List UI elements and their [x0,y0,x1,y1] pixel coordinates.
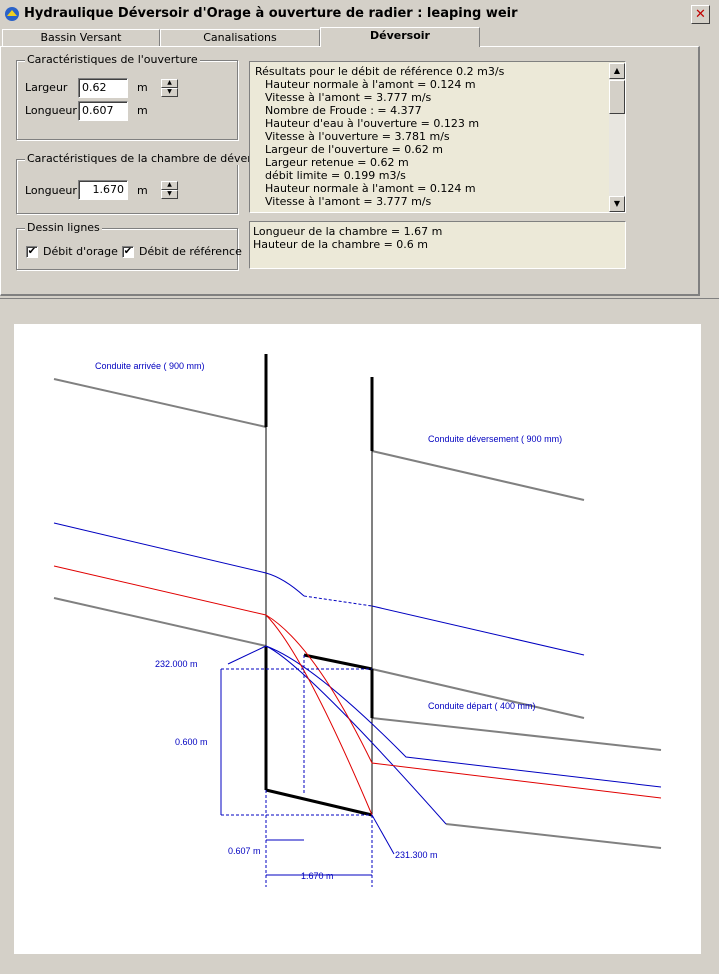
chamber-length-spinner[interactable]: ▲ ▼ [161,181,178,199]
scroll-thumb[interactable] [609,80,625,114]
results-textarea[interactable]: Résultats pour le débit de référence 0.2… [249,61,626,213]
app-icon [5,7,19,21]
elevation-top-label: 232.000 m [155,659,198,669]
chamber-group: Caractéristiques de la chambre de dévers… [16,152,274,214]
storm-surface-overflow [371,605,585,656]
tab-label: Bassin Versant [40,31,122,44]
reference-checkbox[interactable]: ✔ [122,246,134,258]
tab-deversoir[interactable]: Déversoir [320,27,480,47]
lines-group-title: Dessin lignes [25,221,102,234]
outlet-pipe-label: Conduite départ ( 400 mm) [428,701,536,711]
results-line: Vitesse à l'amont = 3.777 m/s [265,91,432,104]
weir-drawing: Conduite arrivée ( 900 mm) Conduite déve… [14,324,701,954]
chamber-group-title: Caractéristiques de la chambre de dévers… [25,152,274,165]
scroll-up-icon[interactable]: ▲ [609,63,625,79]
results-line: débit limite = 0.199 m3/s [265,169,406,182]
results-line: Largeur de l'ouverture = 0.62 m [265,143,444,156]
leader-bottom [371,814,395,855]
width-spinner[interactable]: ▲ ▼ [161,79,178,97]
results-line: Résultats pour le débit de référence 0.2… [255,65,505,78]
reference-checkbox-label: Débit de référence [139,245,242,258]
spin-down-icon[interactable]: ▼ [161,88,178,97]
results-line: Hauteur normale à l'amont = 0.124 m [265,182,476,195]
chamber-length-unit: m [137,184,148,197]
tab-panel: Caractéristiques de l'ouverture Largeur … [0,46,700,296]
results-line: Nombre de Froude : = 4.377 [265,104,422,117]
storm-jet-upper [265,645,662,788]
length-input[interactable]: 0.607 [78,101,128,121]
storm-surface-dashed [303,595,373,607]
opening-group-title: Caractéristiques de l'ouverture [25,53,200,66]
results-line: Vitesse à l'amont = 3.777 m/s [265,195,432,208]
tab-label: Canalisations [203,31,277,44]
chamber-floor [265,788,373,817]
results-line: Largeur retenue = 0.62 m [265,156,409,169]
chamber-length-label: 1.670 m [301,871,334,881]
results-line: Hauteur d'eau à l'ouverture = 0.123 m [265,117,480,130]
storm-checkbox-label: Débit d'orage [43,245,118,258]
spin-up-icon[interactable]: ▲ [161,79,178,88]
chamber-length-input[interactable]: 1.670 [78,180,128,200]
width-input[interactable]: 0.62 [78,78,128,98]
window-title: Hydraulique Déversoir d'Orage à ouvertur… [24,6,518,21]
spin-up-icon[interactable]: ▲ [161,181,178,190]
tab-label: Déversoir [370,29,430,42]
summary-line: Longueur de la chambre = 1.67 m [253,225,443,238]
title-bar: Hydraulique Déversoir d'Orage à ouvertur… [0,0,719,30]
close-button[interactable]: ✕ [691,5,710,24]
outlet-pipe-bottom [445,823,662,849]
summary-text: Longueur de la chambre = 1.67 m Hauteur … [253,225,442,251]
results-line: Hauteur normale à l'amont = 0.124 m [265,78,476,91]
tab-canalisations[interactable]: Canalisations [160,29,320,46]
length-label: Longueur [25,104,77,117]
lines-group: Dessin lignes ✔ Débit d'orage ✔ Débit de… [16,221,242,270]
weir-plate [303,653,373,671]
inlet-pipe-top [53,378,267,428]
chamber-height-label: 0.600 m [175,737,208,747]
reference-jet-lower [265,614,373,816]
inlet-pipe-bottom [53,597,267,647]
chamber-length-label: Longueur [25,184,77,197]
scroll-down-icon[interactable]: ▼ [609,196,625,212]
width-label: Largeur [25,81,68,94]
tab-bassin-versant[interactable]: Bassin Versant [2,29,160,46]
leader-top [227,645,267,665]
outlet-pipe-top [371,717,662,751]
elevation-bottom-label: 231.300 m [395,850,438,860]
width-unit: m [137,81,148,94]
results-scrollbar[interactable]: ▲ ▼ [609,63,625,212]
opening-length-label: 0.607 m [228,846,261,856]
summary-textarea[interactable]: Longueur de la chambre = 1.67 m Hauteur … [249,221,626,269]
results-text: Résultats pour le débit de référence 0.2… [255,65,504,208]
overflow-pipe-top [371,450,585,501]
spin-down-icon[interactable]: ▼ [161,190,178,199]
reference-surface-upstream [53,565,267,616]
inlet-pipe-label: Conduite arrivée ( 900 mm) [95,361,205,371]
summary-line: Hauteur de la chambre = 0.6 m [253,238,429,251]
opening-group: Caractéristiques de l'ouverture Largeur … [16,53,238,140]
results-line: Vitesse à l'ouverture = 3.781 m/s [265,130,450,143]
length-unit: m [137,104,148,117]
storm-checkbox[interactable]: ✔ [26,246,38,258]
close-icon: ✕ [695,7,706,22]
overflow-pipe-label: Conduite déversement ( 900 mm) [428,434,562,444]
